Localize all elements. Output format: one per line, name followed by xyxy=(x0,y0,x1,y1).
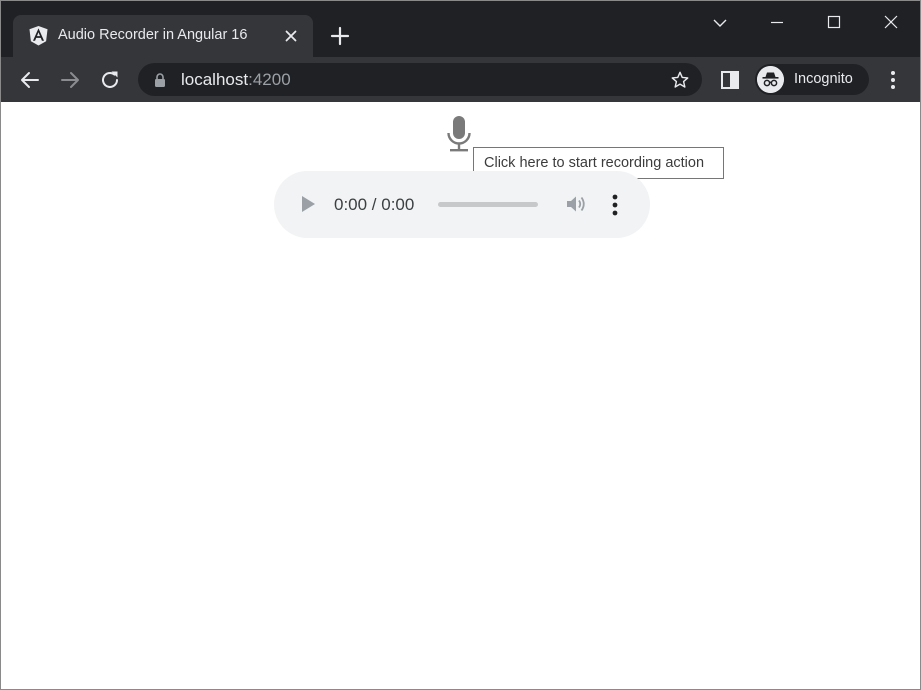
angular-icon xyxy=(29,26,48,46)
url-text[interactable]: localhost:4200 xyxy=(181,70,291,90)
browser-toolbar: localhost:4200 Incognito xyxy=(1,57,920,102)
more-options-kebab-icon[interactable] xyxy=(608,193,622,217)
audio-progress-bar[interactable] xyxy=(438,202,538,207)
microphone-icon[interactable] xyxy=(443,114,475,154)
lock-icon[interactable] xyxy=(154,73,166,87)
tab-close-icon[interactable] xyxy=(283,28,299,44)
maximize-icon[interactable] xyxy=(821,11,847,35)
url-host: localhost xyxy=(181,70,249,89)
forward-arrow-icon[interactable] xyxy=(58,68,82,92)
audio-time: 0:00 / 0:00 xyxy=(334,195,415,214)
reload-icon[interactable] xyxy=(98,68,122,92)
tab-title: Audio Recorder in Angular 16 xyxy=(58,27,248,43)
url-port: :4200 xyxy=(248,70,291,89)
tab-audio-recorder[interactable]: Audio Recorder in Angular 16 xyxy=(13,15,313,57)
browser-menu-kebab-icon[interactable] xyxy=(883,69,903,91)
incognito-icon xyxy=(757,66,784,93)
play-icon[interactable] xyxy=(300,195,316,213)
incognito-profile-button[interactable]: Incognito xyxy=(755,64,869,95)
window-close-icon[interactable] xyxy=(878,11,904,35)
address-bar[interactable]: localhost:4200 xyxy=(138,63,702,96)
bookmark-star-icon[interactable] xyxy=(670,70,690,90)
browser-window: Audio Recorder in Angular 16 localhost:4… xyxy=(0,0,921,690)
tab-strip: Audio Recorder in Angular 16 xyxy=(1,1,920,57)
side-panel-icon[interactable] xyxy=(720,70,740,90)
new-tab-plus-icon[interactable] xyxy=(329,25,351,47)
tab-search-chevron-down-icon[interactable] xyxy=(707,11,733,35)
volume-icon[interactable] xyxy=(566,194,588,214)
incognito-label: Incognito xyxy=(794,71,853,87)
audio-player[interactable]: 0:00 / 0:00 xyxy=(274,171,650,238)
page-viewport: Click here to start recording action 0:0… xyxy=(1,102,920,689)
minimize-icon[interactable] xyxy=(764,11,790,35)
back-arrow-icon[interactable] xyxy=(18,68,42,92)
